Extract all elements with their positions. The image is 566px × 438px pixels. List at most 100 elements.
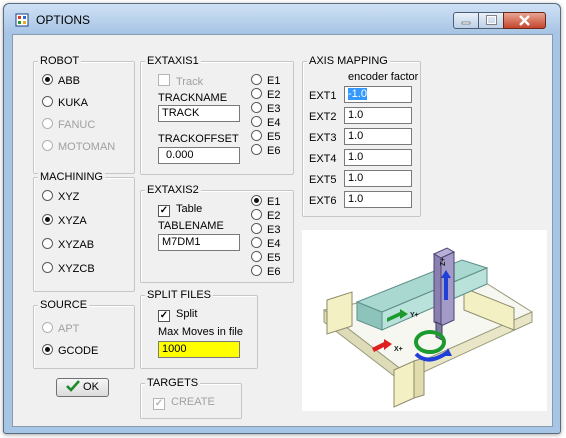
checkbox-icon [158,74,170,86]
extaxis1-radio-e6[interactable]: E6 [251,144,280,158]
radio-selected-icon [42,344,53,355]
ok-button[interactable]: OK [56,378,109,397]
z-plus-label: Z+ [440,258,447,266]
radio-label: MOTOMAN [58,141,116,153]
radio-icon [42,96,53,107]
radio-label: XYZCB [58,263,95,275]
radio-label: ABB [58,75,81,87]
radio-icon [42,262,53,273]
radio-selected-icon [42,74,53,85]
encoder-factor-header: encoder factor [348,71,419,83]
minimize-icon [461,21,471,25]
extaxis2-radio-e3[interactable]: E3 [251,223,280,237]
close-icon [519,15,530,26]
radio-icon [42,322,53,333]
ext6-field[interactable]: 1.0 [344,191,412,208]
radio-label: E2 [267,89,281,101]
extaxis2-radio-e4[interactable]: E4 [251,237,280,251]
checkbox-checked-icon: ✓ [158,310,170,322]
extaxis2-radio-e5[interactable]: E5 [251,251,280,265]
radio-icon [251,88,262,99]
checkbox-checked-icon: ✓ [158,205,170,217]
extaxis1-group: EXTAXIS1 Track TRACKNAME TRACK TRACKOFFS… [140,55,294,175]
checkbox-label: Table [176,203,203,215]
trackname-field[interactable]: TRACK [158,105,240,122]
robot-radio-kuka[interactable]: KUKA [42,96,88,110]
radio-label: E5 [267,252,281,264]
extaxis1-radio-e2[interactable]: E2 [251,88,280,102]
robot-radio-abb[interactable]: ABB [42,74,80,88]
ext5-field[interactable]: 1.0 [344,170,412,187]
radio-icon [42,118,53,129]
radio-selected-icon [251,195,262,206]
extaxis1-radio-e4[interactable]: E4 [251,116,280,130]
radio-label: E3 [267,224,281,236]
robot-radio-motoman[interactable]: MOTOMAN [42,140,115,154]
max-moves-field[interactable]: 1000 [158,341,240,358]
ext2-field[interactable]: 1.0 [344,107,412,124]
radio-label: E1 [267,196,281,208]
source-group: SOURCE APT GCODE [33,299,135,369]
extaxis1-radio-e3[interactable]: E3 [251,102,280,116]
robot-radio-fanuc[interactable]: FANUC [42,118,95,132]
cnc-machine-illustration: Y+ Z+ X+ [322,247,534,408]
trackoffset-label: TRACKOFFSET [158,133,239,145]
radio-icon [251,251,262,262]
radio-label: E5 [267,131,281,143]
split-checkbox[interactable]: ✓ Split [158,308,197,322]
machining-radio-xyz[interactable]: XYZ [42,190,79,204]
radio-label: KUKA [58,97,88,109]
maximize-button[interactable] [478,12,504,29]
checkbox-label: Split [176,308,198,320]
source-radio-apt[interactable]: APT [42,322,79,336]
maximize-icon [486,15,497,25]
radio-label: E6 [267,145,281,157]
machining-radio-xyzcb[interactable]: XYZCB [42,262,95,276]
ext4-label: EXT4 [309,153,337,165]
ext1-field[interactable]: -1.0 [344,86,412,103]
checkbox-label: CREATE [171,396,215,408]
checkbox-checked-icon: ✓ [153,398,165,410]
window-title: OPTIONS [36,13,91,27]
ext3-field[interactable]: 1.0 [344,128,412,145]
ext2-label: EXT2 [309,111,337,123]
radio-icon [251,116,262,127]
trackoffset-field[interactable]: 0.000 [158,147,240,164]
extaxis2-radio-e2[interactable]: E2 [251,209,280,223]
extaxis2-radio-e1[interactable]: E1 [251,195,280,209]
radio-label: E2 [267,210,281,222]
title-bar[interactable]: OPTIONS [4,4,560,34]
axis-mapping-group: AXIS MAPPING encoder factor EXT1 -1.0 EX… [302,55,421,217]
machining-group: MACHINING XYZ XYZA XYZAB XYZCB [33,171,135,292]
x-plus-label: X+ [394,346,403,353]
radio-icon [251,237,262,248]
minimize-button[interactable] [453,12,479,29]
close-button[interactable] [503,12,546,29]
radio-label: FANUC [58,119,96,131]
radio-icon [251,74,262,85]
y-plus-label: Y+ [410,312,419,319]
extaxis1-radio-e1[interactable]: E1 [251,74,280,88]
ext4-field[interactable]: 1.0 [344,149,412,166]
source-radio-gcode[interactable]: GCODE [42,344,98,358]
robot-group: ROBOT ABB KUKA FANUC MOTOMAN [33,55,135,174]
options-window: OPTIONS ROBOT ABB KUKA FANUC MOTOMAN MAC… [3,3,561,434]
radio-label: GCODE [58,345,99,357]
axis-mapping-group-label: AXIS MAPPING [307,55,390,67]
create-checkbox[interactable]: ✓ CREATE [153,396,215,410]
extaxis2-radio-e6[interactable]: E6 [251,265,280,279]
table-checkbox[interactable]: ✓ Table [158,203,202,217]
ext5-label: EXT5 [309,174,337,186]
max-moves-label: Max Moves in file [158,326,243,338]
radio-icon [251,265,262,276]
split-files-group-label: SPLIT FILES [145,289,213,301]
machine-preview-image: Y+ Z+ X+ [302,230,547,411]
tablename-field[interactable]: M7DM1 [158,234,240,251]
machining-group-label: MACHINING [38,171,105,183]
extaxis1-radio-e5[interactable]: E5 [251,130,280,144]
machining-radio-xyza[interactable]: XYZA [42,214,87,228]
track-checkbox[interactable]: Track [158,74,203,89]
machining-radio-xyzab[interactable]: XYZAB [42,238,94,252]
radio-label: XYZAB [58,239,95,251]
ext1-value: -1.0 [348,88,367,100]
